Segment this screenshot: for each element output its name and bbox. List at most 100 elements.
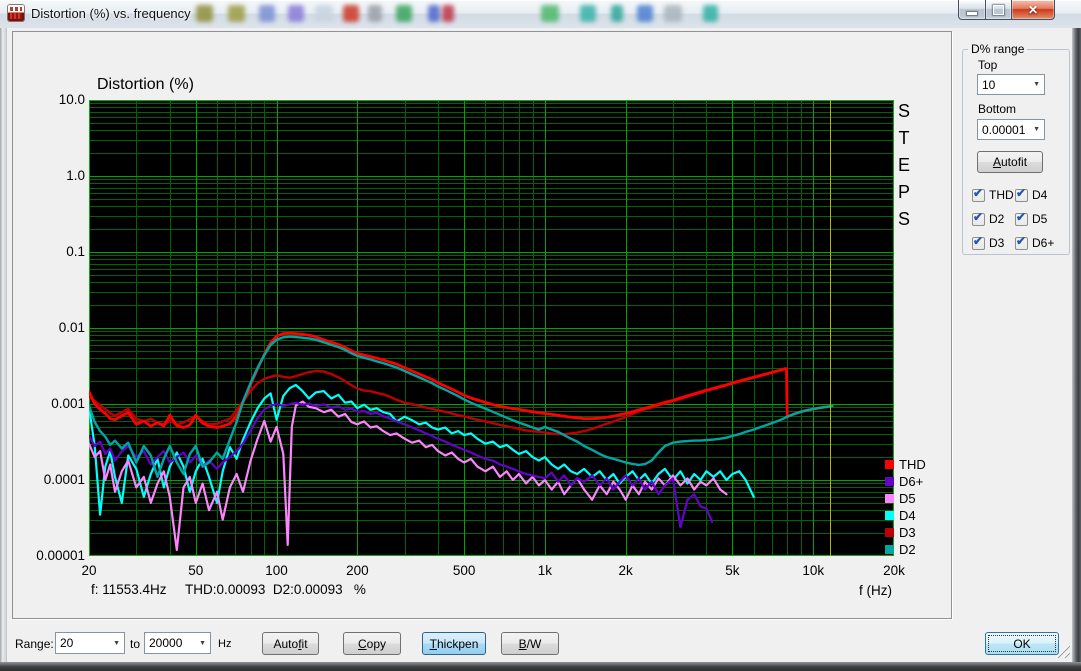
toolbar-icon-blur (315, 5, 333, 22)
checkbox-box[interactable]: ✔ (1015, 237, 1028, 250)
x-tick-label: 100 (247, 563, 307, 578)
window-border-left (0, 28, 7, 662)
hz-unit-label: Hz (218, 638, 231, 650)
checkbox-label: D5 (1032, 212, 1047, 226)
d6plus-checkbox[interactable]: ✔D6+ (1015, 236, 1069, 250)
minimize-button[interactable] (958, 0, 985, 20)
legend-label: D3 (899, 525, 916, 540)
legend-swatch (885, 477, 894, 486)
steps-watermark-letter: P (896, 179, 912, 206)
app-icon-bars (10, 13, 22, 19)
copy-button[interactable]: Copy (343, 632, 401, 655)
plot-area[interactable] (89, 100, 894, 556)
checkbox-box[interactable]: ✔ (1015, 213, 1028, 226)
checkbox-box[interactable]: ✔ (972, 189, 985, 202)
steps-watermark-letter: S (896, 98, 912, 125)
legend-label: D4 (899, 508, 916, 523)
titlebar[interactable]: Distortion (%) vs. frequency ✕ (0, 0, 1081, 29)
checkmark-icon: ✔ (973, 186, 983, 200)
steps-watermark-letter: S (896, 206, 912, 233)
x-tick-label: 1k (515, 563, 575, 578)
toolbar-icon-blur (541, 5, 559, 22)
window-controls: ✕ (958, 0, 1055, 20)
d2-checkbox[interactable]: ✔D2 (972, 212, 1015, 226)
range-to-value: 20000 (149, 636, 182, 650)
range-from-select[interactable]: 20 ▼ (55, 632, 125, 654)
legend-label: THD (899, 457, 926, 472)
dialog-content: Distortion (%) 10.01.00.10.010.0010.0001… (7, 28, 1072, 662)
ok-button[interactable]: OK (985, 632, 1059, 655)
legend-item-d2: D2 (885, 541, 926, 558)
toolbar-icon-blur (442, 5, 454, 22)
x-tick-label: 10k (783, 563, 843, 578)
checkbox-box[interactable]: ✔ (972, 237, 985, 250)
legend-item-d5: D5 (885, 490, 926, 507)
legend-item-d6plus: D6+ (885, 473, 926, 490)
checkbox-label: THD (989, 188, 1014, 202)
chart-widget: Distortion (%) 10.01.00.10.010.0010.0001… (12, 31, 952, 619)
bottom-range-select[interactable]: 0.00001 ▼ (977, 119, 1045, 140)
toolbar-icon-blur (228, 5, 245, 22)
cursor-readout: f: 11553.4Hz THD:0.00093 D2:0.00093 % (91, 582, 366, 597)
app-icon (8, 5, 24, 21)
toolbar-icon-blur (196, 5, 213, 22)
range-from-value: 20 (60, 636, 73, 650)
legend-item-d3: D3 (885, 524, 926, 541)
autofit-button[interactable]: Autofit (262, 632, 319, 655)
toolbar-icon-blur (637, 5, 653, 22)
toolbar-icon-blur (428, 5, 440, 22)
x-tick-label: 20 (59, 563, 119, 578)
series-thd (89, 333, 830, 427)
toolbar-icon-blur (396, 5, 412, 22)
window-border-bottom (0, 662, 1081, 671)
top-label: Top (978, 58, 997, 72)
toolbar-icon-blur (259, 5, 275, 22)
y-tick-label: 0.00001 (13, 548, 85, 563)
toolbar-icon-blur (664, 5, 682, 22)
x-tick-label: 20k (864, 563, 924, 578)
app-icon-text (10, 7, 22, 11)
toolbar-icon-blur (288, 5, 304, 22)
checkmark-icon: ✔ (1016, 210, 1026, 224)
x-tick-label: 200 (327, 563, 387, 578)
checkbox-box[interactable]: ✔ (972, 213, 985, 226)
autofit-range-button[interactable]: Autofit (977, 151, 1043, 173)
top-range-value: 10 (982, 78, 995, 92)
steps-watermark-letter: E (896, 152, 912, 179)
steps-watermark: STEPS (896, 98, 912, 233)
checkbox-label: D4 (1032, 188, 1047, 202)
series-d3 (89, 369, 787, 434)
legend-item-thd: THD (885, 456, 926, 473)
d3-checkbox[interactable]: ✔ D3 (972, 236, 1015, 250)
legend-swatch (885, 494, 894, 503)
range-to-select[interactable]: 20000 ▼ (144, 632, 211, 654)
minimize-icon (967, 12, 977, 15)
maximize-button[interactable] (985, 0, 1012, 20)
legend-item-d4: D4 (885, 507, 926, 524)
harmonic-checkboxes: ✔THD✔D4✔D2✔D5✔D3✔D6+ (972, 188, 1069, 260)
x-tick-label: 5k (702, 563, 762, 578)
d5-checkbox[interactable]: ✔ D5 (1015, 212, 1069, 226)
toolbar-icon-blur (368, 5, 382, 22)
legend-label: D6+ (899, 474, 923, 489)
y-tick-label: 10.0 (13, 92, 85, 107)
checkmark-icon: ✔ (1016, 186, 1026, 200)
app-window: Distortion (%) vs. frequency ✕ Distortio… (0, 0, 1081, 671)
checkbox-label: D3 (989, 236, 1004, 250)
toolbar-icon-blur (611, 5, 623, 22)
y-tick-label: 0.001 (13, 396, 85, 411)
close-button[interactable]: ✕ (1012, 0, 1055, 20)
y-tick-label: 0.01 (13, 320, 85, 335)
x-tick-label: 50 (166, 563, 226, 578)
d4-checkbox[interactable]: ✔ D4 (1015, 188, 1069, 202)
checkmark-icon: ✔ (973, 234, 983, 248)
checkbox-box[interactable]: ✔ (1015, 189, 1028, 202)
x-tick-label: 500 (434, 563, 494, 578)
bw-button[interactable]: B/W (501, 632, 559, 655)
legend-swatch (885, 460, 894, 469)
toolbar-icon-blur (580, 5, 596, 22)
thick-pen-button[interactable]: Thick pen (422, 632, 486, 655)
top-range-select[interactable]: 10 ▼ (977, 74, 1045, 95)
thd-checkbox[interactable]: ✔ THD (972, 188, 1015, 202)
chevron-down-icon: ▼ (110, 640, 120, 647)
